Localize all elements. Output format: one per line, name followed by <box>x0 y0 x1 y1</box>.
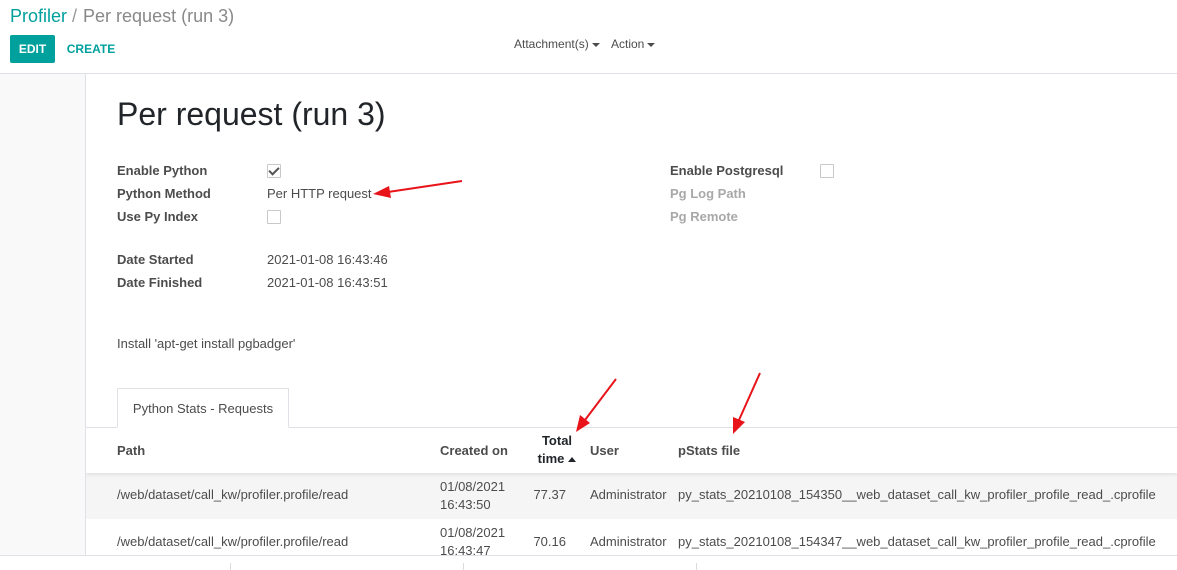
table-header: Path Created on Total time User pStats f… <box>86 428 1177 473</box>
column-header-created-on[interactable]: Created on <box>440 443 508 458</box>
caret-down-icon <box>647 42 656 47</box>
pg-log-path-label: Pg Log Path <box>670 186 746 201</box>
python-method-label: Python Method <box>117 186 211 201</box>
date-started-value: 2021-01-08 16:43:46 <box>267 252 388 267</box>
action-label: Action <box>611 37 645 51</box>
date-finished-value: 2021-01-08 16:43:51 <box>267 275 388 290</box>
action-dropdown[interactable]: Action <box>611 37 656 51</box>
use-py-index-checkbox[interactable] <box>267 210 281 224</box>
bottom-strip <box>0 555 1177 570</box>
row-created-date: 01/08/2021 <box>440 479 506 494</box>
total-time-label-line2: time <box>537 451 565 466</box>
row-pstats-file: py_stats_20210108_154350__web_dataset_ca… <box>678 487 1156 502</box>
date-finished-label: Date Finished <box>117 275 203 290</box>
row-created-time: 16:43:47 <box>440 543 491 555</box>
sort-ascending-icon <box>568 457 577 463</box>
caret-down-icon <box>591 42 600 47</box>
breadcrumb: Profiler / Per request (run 3) <box>10 6 234 27</box>
breadcrumb-current: Per request (run 3) <box>83 6 235 26</box>
table-row[interactable]: /web/dataset/call_kw/profiler.profile/re… <box>86 473 1177 519</box>
form-sheet: Per request (run 3) Enable Python Python… <box>86 74 1177 555</box>
enable-python-checkbox[interactable] <box>267 164 281 178</box>
breadcrumb-separator: / <box>72 6 78 26</box>
column-header-total-time[interactable]: Total time <box>531 432 583 468</box>
row-total-time: 70.16 <box>533 534 566 549</box>
attachments-dropdown[interactable]: Attachment(s) <box>514 37 600 51</box>
edit-button[interactable]: EDIT <box>10 35 55 63</box>
enable-postgresql-checkbox[interactable] <box>820 164 834 178</box>
row-created-on: 01/08/2021 16:43:50 <box>440 478 505 514</box>
attachments-label: Attachment(s) <box>514 37 589 51</box>
row-pstats-file: py_stats_20210108_154347__web_dataset_ca… <box>678 534 1156 549</box>
create-button[interactable]: CREATE <box>62 35 120 63</box>
tab-python-stats-requests[interactable]: Python Stats - Requests <box>117 388 289 428</box>
row-user: Administrator <box>590 487 667 502</box>
pgbadger-note: Install 'apt-get install pgbadger' <box>117 336 296 351</box>
record-title: Per request (run 3) <box>117 96 386 132</box>
use-py-index-label: Use Py Index <box>117 209 198 224</box>
date-started-label: Date Started <box>117 252 194 267</box>
column-header-user[interactable]: User <box>590 443 619 458</box>
column-header-path[interactable]: Path <box>117 443 145 458</box>
column-header-pstats-file[interactable]: pStats file <box>678 443 740 458</box>
enable-postgresql-label: Enable Postgresql <box>670 163 784 178</box>
row-user: Administrator <box>590 534 667 549</box>
python-method-value: Per HTTP request <box>267 186 372 201</box>
table-row[interactable]: /web/dataset/call_kw/profiler.profile/re… <box>86 519 1177 555</box>
breadcrumb-profiler-link[interactable]: Profiler <box>10 6 67 26</box>
row-created-date: 01/08/2021 <box>440 525 506 540</box>
row-total-time: 77.37 <box>533 487 566 502</box>
row-created-on: 01/08/2021 16:43:47 <box>440 524 505 555</box>
pg-remote-label: Pg Remote <box>670 209 738 224</box>
enable-python-label: Enable Python <box>117 163 208 178</box>
row-created-time: 16:43:50 <box>440 497 491 512</box>
control-panel: Profiler / Per request (run 3) EDIT CREATE… <box>0 0 1177 74</box>
row-path: /web/dataset/call_kw/profiler.profile/re… <box>117 534 349 549</box>
left-gutter <box>0 74 86 555</box>
total-time-label-line1: Total <box>541 433 573 448</box>
row-path: /web/dataset/call_kw/profiler.profile/re… <box>117 487 349 502</box>
